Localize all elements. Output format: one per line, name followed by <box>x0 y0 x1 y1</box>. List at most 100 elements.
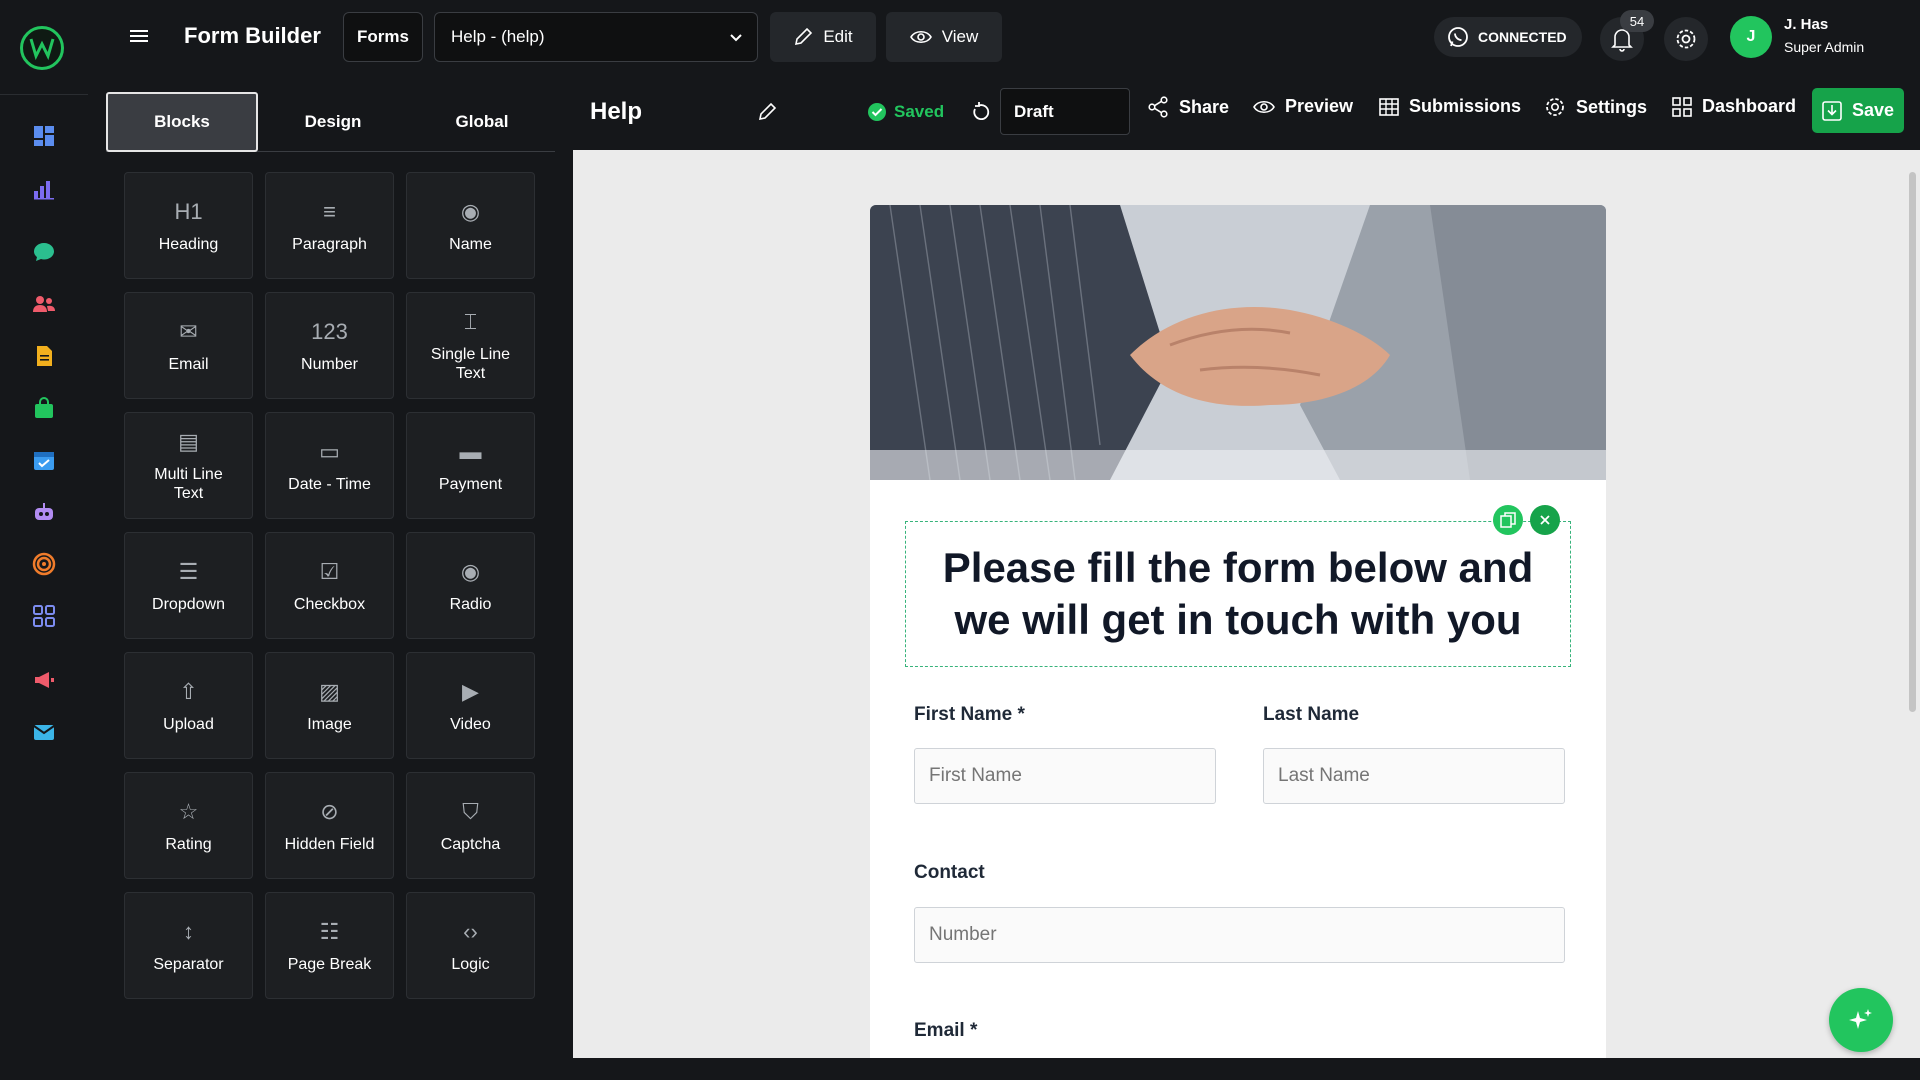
pencil-icon <box>795 27 813 46</box>
number-icon: 123 <box>311 318 348 344</box>
block-payment[interactable]: ▬ Payment <box>406 412 535 519</box>
first-name-input[interactable] <box>914 748 1216 804</box>
copy-icon <box>1500 512 1516 528</box>
left-nav-rail <box>0 0 88 1080</box>
block-upload[interactable]: ⇧ Upload <box>124 652 253 759</box>
list-icon: ☷ <box>319 918 340 944</box>
block-captcha[interactable]: ⛉ Captcha <box>406 772 535 879</box>
sparkle-icon <box>1849 1009 1872 1029</box>
block-hidden-field[interactable]: ⊘ Hidden Field <box>265 772 394 879</box>
blocks-grid: H1 Heading ≡ Paragraph ◉ Name ✉ Email 123 Number ⌶… <box>124 172 538 999</box>
block-label: Email <box>168 355 209 373</box>
view-button[interactable]: View <box>886 12 1002 62</box>
block-label: Hidden Field <box>284 835 375 853</box>
block-checkbox[interactable]: ☑ Checkbox <box>265 532 394 639</box>
tab-design[interactable]: Design <box>258 92 408 152</box>
delete-block-button[interactable] <box>1530 505 1560 535</box>
block-date-time[interactable]: ▭ Date - Time <box>265 412 394 519</box>
radio-icon: ◉ <box>460 558 481 584</box>
preview-label: Preview <box>1285 96 1354 116</box>
menu-icon[interactable] <box>130 25 148 47</box>
document-icon[interactable] <box>32 344 56 368</box>
block-page-break[interactable]: ☷ Page Break <box>265 892 394 999</box>
block-number[interactable]: 123 Number <box>265 292 394 399</box>
rename-pencil-icon[interactable] <box>757 102 777 122</box>
target-icon[interactable] <box>32 552 56 576</box>
eye-icon <box>1253 100 1275 113</box>
calendar-icon[interactable] <box>32 448 56 472</box>
block-image[interactable]: ▨ Image <box>265 652 394 759</box>
dashboard-icon[interactable] <box>32 124 56 148</box>
rail-divider <box>0 94 88 95</box>
avatar[interactable]: J <box>1730 16 1772 58</box>
preview-button[interactable]: Preview <box>1253 96 1353 117</box>
edit-button[interactable]: Edit <box>770 12 876 62</box>
image-icon: ▨ <box>319 678 340 704</box>
shopping-bag-icon[interactable] <box>32 396 56 420</box>
user-icon: ◉ <box>460 198 481 224</box>
block-label: Checkbox <box>293 595 366 613</box>
settings-button[interactable] <box>1664 17 1708 61</box>
form-canvas: Please fill the form below and we will g… <box>573 150 1905 1058</box>
block-email[interactable]: ✉ Email <box>124 292 253 399</box>
whatsapp-icon <box>1448 27 1468 47</box>
megaphone-icon[interactable] <box>32 668 56 692</box>
save-button[interactable]: Save <box>1812 88 1904 133</box>
email-campaign-icon[interactable] <box>32 720 56 744</box>
bot-icon[interactable] <box>32 500 56 524</box>
app-title: Form Builder <box>184 23 321 48</box>
upload-icon: ⇧ <box>179 678 198 704</box>
code-icon: ‹› <box>463 918 478 944</box>
form-heading[interactable]: Please fill the form below and we will g… <box>905 521 1571 667</box>
block-separator[interactable]: ↕ Separator <box>124 892 253 999</box>
block-paragraph[interactable]: ≡ Paragraph <box>265 172 394 279</box>
analytics-icon[interactable] <box>32 177 56 201</box>
share-button[interactable]: Share <box>1147 96 1229 118</box>
block-rating[interactable]: ☆ Rating <box>124 772 253 879</box>
top-bar: Form Builder Forms Help - (help) Edit Vi… <box>88 0 1920 74</box>
bottom-strip <box>0 1058 1920 1080</box>
block-single-line-text[interactable]: ⌶ Single Line Text <box>406 292 535 399</box>
block-heading[interactable]: H1 Heading <box>124 172 253 279</box>
block-logic[interactable]: ‹› Logic <box>406 892 535 999</box>
dashboard-button[interactable]: Dashboard <box>1672 96 1796 117</box>
scrollbar-thumb[interactable] <box>1909 172 1916 712</box>
star-icon: ☆ <box>178 798 199 824</box>
block-label: Radio <box>449 595 492 613</box>
contacts-icon[interactable] <box>32 292 56 316</box>
ai-assistant-button[interactable] <box>1829 988 1893 1052</box>
duplicate-block-button[interactable] <box>1493 505 1523 535</box>
canvas-scrollbar[interactable] <box>1905 150 1920 1058</box>
forms-button[interactable]: Forms <box>343 12 423 62</box>
chat-icon[interactable] <box>32 240 56 264</box>
multiline-icon: ▤ <box>178 429 199 454</box>
history-icon[interactable] <box>971 101 991 123</box>
block-radio[interactable]: ◉ Radio <box>406 532 535 639</box>
checkbox-icon: ☑ <box>319 558 340 584</box>
block-dropdown[interactable]: ☰ Dropdown <box>124 532 253 639</box>
tab-blocks[interactable]: Blocks <box>106 92 258 152</box>
form-select[interactable]: Help - (help) <box>434 12 758 62</box>
status-select[interactable]: Draft <box>1000 88 1130 135</box>
form-select-value: Help - (help) <box>451 27 545 46</box>
whatsapp-connection-status[interactable]: CONNECTED <box>1434 17 1582 57</box>
tab-global[interactable]: Global <box>408 92 556 152</box>
block-label: Separator <box>153 955 224 973</box>
contact-number-input[interactable] <box>914 907 1565 963</box>
last-name-input[interactable] <box>1263 748 1565 804</box>
app-logo[interactable] <box>20 26 64 70</box>
table-icon <box>1379 97 1399 116</box>
block-video[interactable]: ▶ Video <box>406 652 535 759</box>
panel-tabs: Blocks Design Global <box>106 92 555 152</box>
user-name: J. Has <box>1784 16 1829 33</box>
blocks-panel: Blocks Design Global H1 Heading ≡ Paragraph… <box>88 74 573 1058</box>
block-multi-line-text[interactable]: ▤ Multi Line Text <box>124 412 253 519</box>
save-status-text: Saved <box>894 102 945 121</box>
header-image[interactable] <box>870 205 1606 480</box>
gear-icon <box>1546 98 1564 116</box>
settings-button[interactable]: Settings <box>1544 96 1647 118</box>
eye-icon <box>909 30 932 44</box>
submissions-button[interactable]: Submissions <box>1379 96 1521 117</box>
block-name[interactable]: ◉ Name <box>406 172 535 279</box>
apps-grid-icon[interactable] <box>32 604 56 628</box>
